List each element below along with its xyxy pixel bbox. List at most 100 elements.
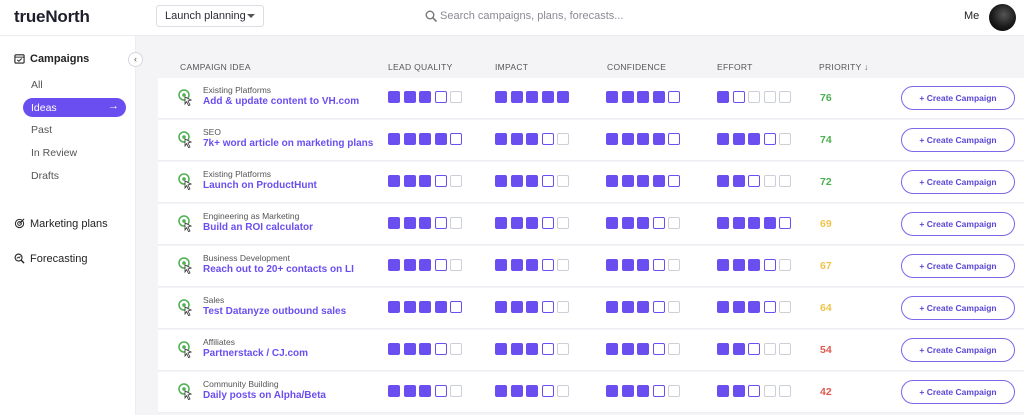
rating-square[interactable] [717, 385, 729, 397]
table-row[interactable]: Affiliates Partnerstack / CJ.com 54 + Creat… [158, 330, 1024, 371]
lead-quality-rating[interactable] [388, 385, 466, 397]
rating-square[interactable] [621, 301, 634, 313]
rating-square[interactable] [763, 259, 776, 271]
rating-square[interactable] [732, 343, 745, 355]
rating-square[interactable] [495, 301, 507, 313]
create-campaign-button[interactable]: + Create Campaign [901, 296, 1015, 320]
impact-rating[interactable] [495, 259, 573, 271]
rating-square[interactable] [388, 91, 400, 103]
rating-square[interactable] [495, 259, 507, 271]
rating-square[interactable] [526, 91, 538, 103]
rating-square[interactable] [732, 217, 745, 229]
effort-rating[interactable] [717, 133, 795, 145]
rating-square[interactable] [450, 217, 462, 229]
rating-square[interactable] [621, 217, 634, 229]
create-campaign-button[interactable]: + Create Campaign [901, 254, 1015, 278]
confidence-rating[interactable] [606, 217, 684, 229]
create-campaign-button[interactable]: + Create Campaign [901, 128, 1015, 152]
avatar[interactable] [989, 4, 1016, 31]
rating-square[interactable] [763, 343, 776, 355]
rating-square[interactable] [652, 175, 665, 187]
rating-square[interactable] [450, 175, 462, 187]
rating-square[interactable] [495, 133, 507, 145]
rating-square[interactable] [434, 175, 447, 187]
rating-square[interactable] [779, 343, 791, 355]
rating-square[interactable] [434, 343, 447, 355]
effort-rating[interactable] [717, 259, 795, 271]
rating-square[interactable] [652, 91, 665, 103]
rating-square[interactable] [717, 301, 729, 313]
rating-square[interactable] [748, 91, 760, 103]
column-header-confidence[interactable]: CONFIDENCE [607, 62, 666, 72]
rating-square[interactable] [606, 259, 618, 271]
rating-square[interactable] [526, 385, 538, 397]
rating-square[interactable] [510, 301, 523, 313]
rating-square[interactable] [763, 217, 776, 229]
column-header-priority[interactable]: PRIORITY ↓ [819, 62, 869, 72]
rating-square[interactable] [434, 133, 447, 145]
rating-square[interactable] [557, 91, 569, 103]
rating-square[interactable] [668, 91, 680, 103]
sidebar-item-all[interactable]: All [31, 79, 43, 91]
rating-square[interactable] [526, 343, 538, 355]
lead-quality-rating[interactable] [388, 343, 466, 355]
rating-square[interactable] [668, 217, 680, 229]
impact-rating[interactable] [495, 385, 573, 397]
rating-square[interactable] [748, 133, 760, 145]
rating-square[interactable] [450, 343, 462, 355]
rating-square[interactable] [419, 133, 431, 145]
rating-square[interactable] [717, 259, 729, 271]
rating-square[interactable] [717, 175, 729, 187]
rating-square[interactable] [637, 301, 649, 313]
rating-square[interactable] [637, 91, 649, 103]
rating-square[interactable] [495, 217, 507, 229]
lead-quality-rating[interactable] [388, 175, 466, 187]
rating-square[interactable] [510, 385, 523, 397]
effort-rating[interactable] [717, 343, 795, 355]
rating-square[interactable] [541, 175, 554, 187]
rating-square[interactable] [450, 385, 462, 397]
rating-square[interactable] [388, 175, 400, 187]
rating-square[interactable] [557, 343, 569, 355]
rating-square[interactable] [637, 385, 649, 397]
rating-square[interactable] [526, 259, 538, 271]
confidence-rating[interactable] [606, 385, 684, 397]
rating-square[interactable] [450, 133, 462, 145]
sidebar-item-drafts[interactable]: Drafts [31, 170, 59, 182]
rating-square[interactable] [557, 217, 569, 229]
rating-square[interactable] [779, 217, 791, 229]
rating-square[interactable] [748, 301, 760, 313]
rating-square[interactable] [621, 259, 634, 271]
rating-square[interactable] [388, 133, 400, 145]
rating-square[interactable] [652, 133, 665, 145]
column-header-effort[interactable]: EFFORT [717, 62, 753, 72]
campaign-title[interactable]: Partnerstack / CJ.com [203, 348, 308, 359]
rating-square[interactable] [557, 301, 569, 313]
rating-square[interactable] [403, 217, 416, 229]
rating-square[interactable] [388, 385, 400, 397]
table-row[interactable]: SEO 7k+ word article on marketing plans 74… [158, 120, 1024, 161]
rating-square[interactable] [419, 217, 431, 229]
lead-quality-rating[interactable] [388, 91, 466, 103]
impact-rating[interactable] [495, 133, 573, 145]
create-campaign-button[interactable]: + Create Campaign [901, 338, 1015, 362]
confidence-rating[interactable] [606, 133, 684, 145]
user-label[interactable]: Me [964, 10, 979, 22]
rating-square[interactable] [510, 217, 523, 229]
rating-square[interactable] [732, 301, 745, 313]
rating-square[interactable] [495, 343, 507, 355]
rating-square[interactable] [748, 217, 760, 229]
create-campaign-button[interactable]: + Create Campaign [901, 86, 1015, 110]
rating-square[interactable] [637, 133, 649, 145]
rating-square[interactable] [419, 343, 431, 355]
table-row[interactable]: Engineering as Marketing Build an ROI cal… [158, 204, 1024, 245]
create-campaign-button[interactable]: + Create Campaign [901, 170, 1015, 194]
rating-square[interactable] [495, 175, 507, 187]
rating-square[interactable] [419, 91, 431, 103]
rating-square[interactable] [434, 385, 447, 397]
rating-square[interactable] [668, 385, 680, 397]
lead-quality-rating[interactable] [388, 133, 466, 145]
rating-square[interactable] [779, 385, 791, 397]
rating-square[interactable] [732, 133, 745, 145]
rating-square[interactable] [732, 385, 745, 397]
